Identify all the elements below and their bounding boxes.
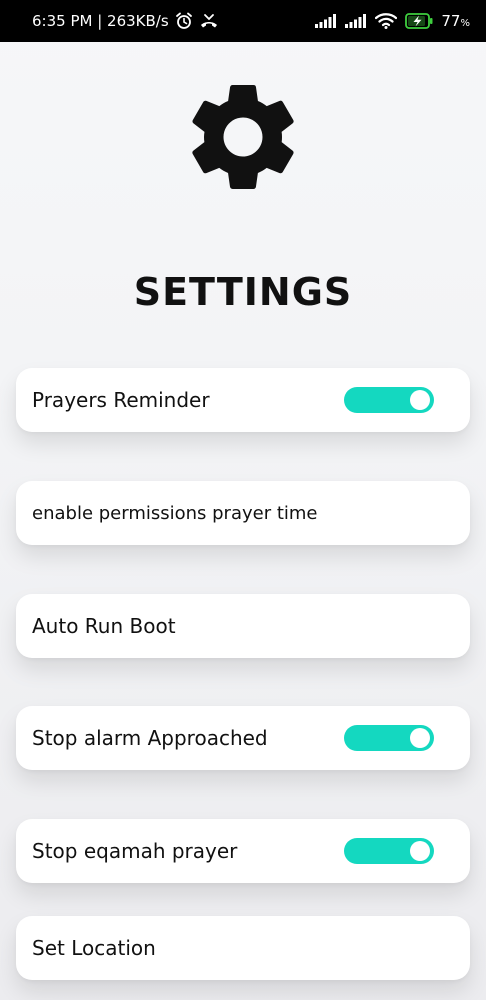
setting-label: Prayers Reminder: [32, 388, 210, 412]
stop-eqamah-toggle[interactable]: [344, 838, 434, 864]
status-left: 6:35 PM | 263KB/s: [32, 12, 219, 30]
battery-charging-icon: [405, 13, 433, 29]
setting-prayers-reminder[interactable]: Prayers Reminder: [16, 368, 470, 432]
status-right: 77%: [315, 12, 470, 30]
missed-call-icon: [199, 12, 219, 30]
setting-label: Stop eqamah prayer: [32, 839, 238, 863]
battery-level: 77%: [441, 12, 470, 30]
gear-icon: [178, 72, 308, 202]
signal-icon: [315, 14, 337, 28]
setting-label: Stop alarm Approached: [32, 726, 268, 750]
setting-set-location[interactable]: Set Location: [16, 916, 470, 980]
setting-stop-alarm-approached[interactable]: Stop alarm Approached: [16, 706, 470, 770]
setting-enable-permissions[interactable]: enable permissions prayer time: [16, 481, 470, 545]
setting-label: enable permissions prayer time: [32, 502, 318, 524]
status-bar: 6:35 PM | 263KB/s 77%: [0, 0, 486, 42]
alarm-icon: [175, 12, 193, 30]
stop-alarm-toggle[interactable]: [344, 725, 434, 751]
status-time-speed: 6:35 PM | 263KB/s: [32, 12, 169, 30]
page-title: SETTINGS: [133, 270, 353, 314]
setting-label: Set Location: [32, 936, 156, 960]
prayers-reminder-toggle[interactable]: [344, 387, 434, 413]
toggle-knob: [410, 728, 430, 748]
wifi-icon: [375, 13, 398, 29]
setting-stop-eqamah-prayer[interactable]: Stop eqamah prayer: [16, 819, 470, 883]
setting-label: Auto Run Boot: [32, 614, 176, 638]
toggle-knob: [410, 390, 430, 410]
signal-icon: [345, 14, 367, 28]
toggle-knob: [410, 841, 430, 861]
setting-auto-run-boot[interactable]: Auto Run Boot: [16, 594, 470, 658]
